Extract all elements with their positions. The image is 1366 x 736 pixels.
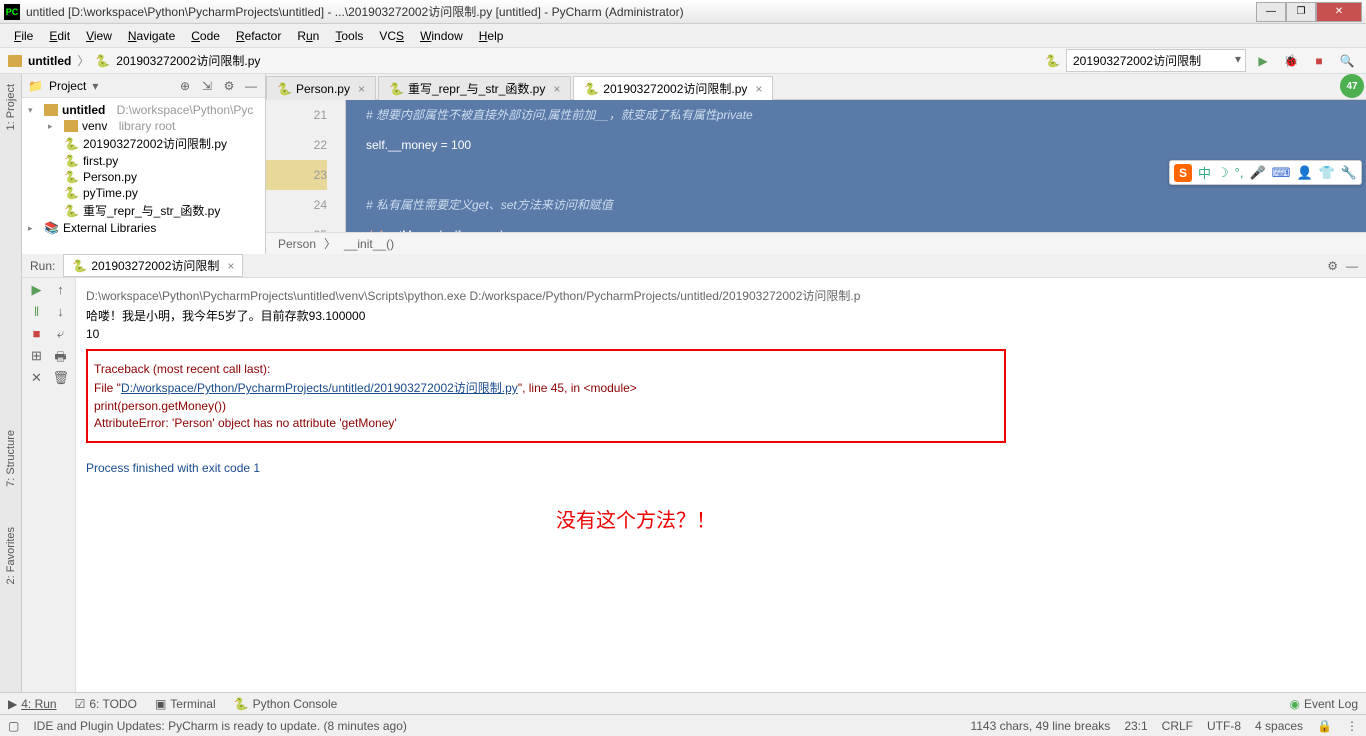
notification-badge[interactable]: 47 bbox=[1340, 74, 1364, 98]
menu-help[interactable]: Help bbox=[471, 26, 512, 46]
menu-window[interactable]: Window bbox=[412, 26, 471, 46]
tab-todo[interactable]: ☑ 6: TODO bbox=[75, 697, 137, 711]
navbar: untitled 〉 🐍 201903272002访问限制.py 🐍 20190… bbox=[0, 48, 1366, 74]
toolbox-icon[interactable]: 🔧 bbox=[1341, 165, 1357, 181]
close-icon[interactable]: × bbox=[553, 82, 560, 96]
hide-icon[interactable]: — bbox=[1346, 259, 1358, 273]
run-panel: Run: 🐍201903272002访问限制× ⚙ — ▶ ↑ ‖ ↓ ■ ⤶ ⊞ 🖶 … bbox=[22, 254, 1366, 692]
debug-button[interactable]: 🐞 bbox=[1280, 50, 1302, 72]
statusbar: ▢ IDE and Plugin Updates: PyCharm is rea… bbox=[0, 714, 1366, 736]
project-panel: 📁 Project ▾ ⊕ ⇲ ⚙ — ▾untitled D:\workspa… bbox=[22, 74, 266, 254]
window-title: untitled [D:\workspace\Python\PycharmPro… bbox=[26, 3, 1256, 20]
project-tree[interactable]: ▾untitled D:\workspace\Python\Pyc ▸venv … bbox=[22, 98, 265, 240]
tab-person[interactable]: 🐍Person.py× bbox=[266, 76, 376, 100]
run-button[interactable]: ▶ bbox=[1252, 50, 1274, 72]
pause-icon[interactable]: ‖ bbox=[29, 304, 45, 320]
ime-toolbar[interactable]: S 中 ☽ °, 🎤 ⌨ 👤 👕 🔧 bbox=[1169, 160, 1362, 185]
close-icon[interactable]: × bbox=[358, 82, 365, 96]
user-icon[interactable]: 👤 bbox=[1296, 165, 1312, 181]
menu-vcs[interactable]: VCS bbox=[371, 26, 412, 46]
bottom-tool-tabs: ▶ 4: Run ☑ 6: TODO ▣ Terminal 🐍 Python C… bbox=[0, 692, 1366, 714]
sogou-icon[interactable]: S bbox=[1174, 164, 1192, 182]
tab-terminal[interactable]: ▣ Terminal bbox=[155, 697, 216, 711]
skin-icon[interactable]: 👕 bbox=[1319, 165, 1335, 181]
step-up-icon[interactable]: ↑ bbox=[53, 282, 69, 298]
tab-python-console[interactable]: 🐍 Python Console bbox=[234, 697, 338, 711]
gear-icon[interactable]: ⚙ bbox=[221, 79, 237, 93]
annotation-text: 没有这个方法？！ bbox=[556, 504, 716, 533]
status-indent[interactable]: 4 spaces bbox=[1255, 719, 1303, 733]
gear-icon[interactable]: ⚙ bbox=[1327, 259, 1338, 273]
status-chars: 1143 chars, 49 line breaks bbox=[970, 719, 1110, 733]
menubar: FFileile Edit View Navigate Code Refacto… bbox=[0, 24, 1366, 48]
pycharm-icon: PC bbox=[4, 4, 20, 20]
breadcrumb[interactable]: Person〉__init__() bbox=[266, 232, 1366, 254]
layout-icon[interactable]: ⊞ bbox=[29, 348, 45, 364]
mic-icon[interactable]: 🎤 bbox=[1249, 165, 1265, 181]
punct-icon[interactable]: °, bbox=[1235, 165, 1244, 180]
titlebar: PC untitled [D:\workspace\Python\Pycharm… bbox=[0, 0, 1366, 24]
tool-window-icon[interactable]: ▢ bbox=[8, 719, 19, 733]
menu-edit[interactable]: Edit bbox=[41, 26, 78, 46]
menu-file[interactable]: FFileile bbox=[6, 26, 41, 46]
scroll-from-source-icon[interactable]: ⊕ bbox=[177, 79, 193, 93]
sidebar-tab-favorites[interactable]: 2: Favorites bbox=[5, 527, 17, 584]
menu-run[interactable]: Run bbox=[289, 26, 327, 46]
run-toolbar: ▶ ↑ ‖ ↓ ■ ⤶ ⊞ 🖶 ✕ 🗑 bbox=[22, 278, 76, 692]
traceback-file-link[interactable]: D:/workspace/Python/PycharmProjects/unti… bbox=[121, 381, 518, 395]
status-line-sep[interactable]: CRLF bbox=[1162, 719, 1193, 733]
run-label: Run: bbox=[30, 259, 55, 273]
tab-run[interactable]: ▶ 4: Run bbox=[8, 697, 57, 711]
run-config-dropdown[interactable]: 201903272002访问限制 bbox=[1066, 49, 1246, 72]
chevron-down-icon[interactable]: ▾ bbox=[92, 79, 98, 93]
lock-icon[interactable]: 🔒 bbox=[1317, 719, 1332, 733]
moon-icon[interactable]: ☽ bbox=[1217, 165, 1229, 181]
menu-navigate[interactable]: Navigate bbox=[120, 26, 183, 46]
event-log[interactable]: ◉ Event Log bbox=[1289, 697, 1358, 711]
line-number-gutter: 21 22 23 24 25 bbox=[266, 100, 346, 232]
tab-access-limit[interactable]: 🐍201903272002访问限制.py× bbox=[573, 76, 773, 100]
search-icon[interactable]: 🔍 bbox=[1336, 50, 1358, 72]
wrap-icon[interactable]: ⤶ bbox=[53, 326, 69, 342]
nav-root[interactable]: untitled bbox=[28, 54, 71, 68]
run-tab[interactable]: 🐍201903272002访问限制× bbox=[63, 254, 243, 277]
sidebar-tab-project[interactable]: 1: Project bbox=[5, 84, 17, 130]
print-icon[interactable]: 🖶 bbox=[53, 348, 69, 364]
status-position[interactable]: 23:1 bbox=[1124, 719, 1147, 733]
menu-code[interactable]: Code bbox=[183, 26, 228, 46]
sidebar-tab-structure[interactable]: 7: Structure bbox=[5, 430, 17, 487]
maximize-button[interactable]: ❐ bbox=[1286, 2, 1316, 22]
menu-tools[interactable]: Tools bbox=[327, 26, 371, 46]
close-button[interactable]: ✕ bbox=[1316, 2, 1362, 22]
close-icon[interactable]: × bbox=[755, 82, 762, 96]
hide-icon[interactable]: — bbox=[243, 79, 259, 93]
nav-file[interactable]: 201903272002访问限制.py bbox=[116, 52, 260, 69]
minimize-button[interactable]: — bbox=[1256, 2, 1286, 22]
step-down-icon[interactable]: ↓ bbox=[53, 304, 69, 320]
menu-view[interactable]: View bbox=[78, 26, 120, 46]
collapse-all-icon[interactable]: ⇲ bbox=[199, 79, 215, 93]
folder-icon bbox=[8, 55, 22, 67]
status-encoding[interactable]: UTF-8 bbox=[1207, 719, 1241, 733]
trash-icon[interactable]: 🗑 bbox=[53, 370, 69, 386]
rerun-icon[interactable]: ▶ bbox=[29, 282, 45, 298]
keyboard-icon[interactable]: ⌨ bbox=[1272, 165, 1291, 181]
stop-icon[interactable]: ■ bbox=[29, 326, 45, 342]
project-panel-title: Project bbox=[49, 79, 86, 93]
menu-refactor[interactable]: Refactor bbox=[228, 26, 289, 46]
editor-tabbar: 🐍Person.py× 🐍重写_repr_与_str_函数.py× 🐍20190… bbox=[266, 74, 1366, 100]
left-tool-strip: 1: Project 7: Structure 2: Favorites bbox=[0, 74, 22, 692]
python-file-icon: 🐍 bbox=[95, 54, 110, 68]
console-output[interactable]: D:\workspace\Python\PycharmProjects\unti… bbox=[76, 278, 1366, 692]
more-icon[interactable]: ⋮ bbox=[1346, 719, 1358, 733]
close-run-icon[interactable]: ✕ bbox=[29, 370, 45, 386]
project-icon: 📁 bbox=[28, 79, 43, 93]
stop-button[interactable]: ■ bbox=[1308, 50, 1330, 72]
tab-repr-str[interactable]: 🐍重写_repr_与_str_函数.py× bbox=[378, 76, 571, 100]
ime-lang-icon[interactable]: 中 bbox=[1198, 163, 1211, 182]
error-highlight-box: Traceback (most recent call last): File … bbox=[86, 349, 1006, 443]
python-file-icon: 🐍 bbox=[1045, 54, 1060, 68]
chevron-right-icon: 〉 bbox=[77, 52, 89, 69]
status-message: IDE and Plugin Updates: PyCharm is ready… bbox=[33, 719, 407, 733]
